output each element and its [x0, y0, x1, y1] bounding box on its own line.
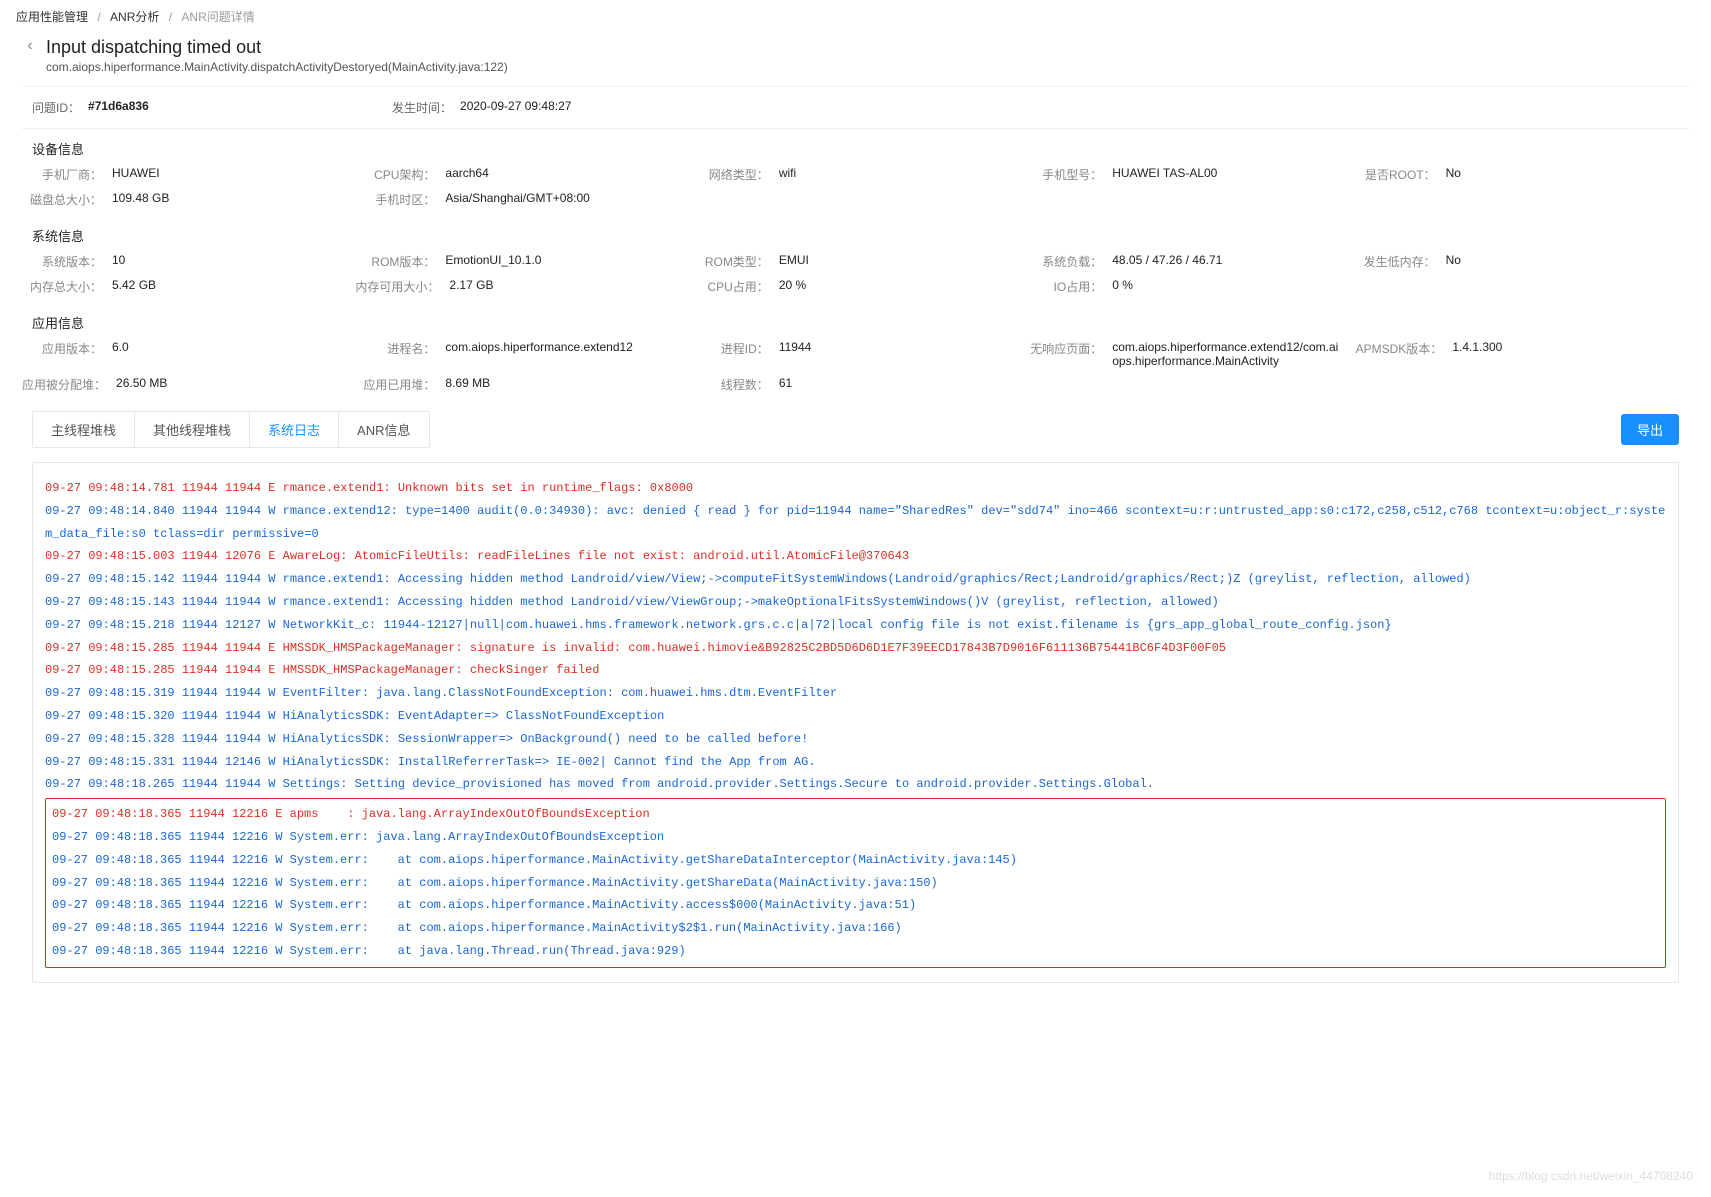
tab-1[interactable]: 其他线程堆栈 — [135, 412, 250, 447]
watermark: https://blog.csdn.net/weixin_44708240 — [1489, 1169, 1693, 1183]
export-button[interactable]: 导出 — [1621, 414, 1679, 445]
info-label: ROM类型： — [689, 253, 769, 270]
info-label: 网络类型： — [689, 166, 769, 183]
info-value: 8.69 MB — [445, 376, 490, 393]
info-label: 发生低内存： — [1356, 253, 1436, 270]
info-label: CPU架构： — [355, 166, 435, 183]
device-section-title: 设备信息 — [12, 129, 1699, 162]
system-grid: 系统版本： 10 ROM版本： EmotionUI_10.1.0 ROM类型： EMUI 系… — [12, 249, 1699, 303]
info-value: 48.05 / 47.26 / 46.71 — [1112, 253, 1222, 270]
log-line: 09-27 09:48:14.781 11944 11944 E rmance.… — [45, 477, 1666, 500]
breadcrumb: 应用性能管理 / ANR分析 / ANR问题详情 — [12, 0, 1699, 33]
log-line: 09-27 09:48:18.365 11944 12216 W System.… — [52, 872, 1659, 895]
info-value: No — [1446, 253, 1461, 270]
tab-2[interactable]: 系统日志 — [250, 412, 339, 447]
log-line: 09-27 09:48:18.365 11944 12216 E apms : … — [52, 803, 1659, 826]
info-value: HUAWEI — [112, 166, 160, 183]
info-value: Asia/Shanghai/GMT+08:00 — [445, 191, 589, 208]
breadcrumb-l1[interactable]: 应用性能管理 — [16, 10, 88, 24]
breadcrumb-l2[interactable]: ANR分析 — [110, 10, 159, 24]
info-value: HUAWEI TAS-AL00 — [1112, 166, 1217, 183]
back-icon[interactable]: ‹ — [22, 37, 38, 55]
log-line: 09-27 09:48:18.365 11944 12216 W System.… — [52, 849, 1659, 872]
tab-3[interactable]: ANR信息 — [339, 412, 428, 447]
log-line: 09-27 09:48:18.365 11944 12216 W System.… — [52, 894, 1659, 917]
info-label: 应用已用堆： — [355, 376, 435, 393]
log-line: 09-27 09:48:15.320 11944 11944 W HiAnaly… — [45, 705, 1666, 728]
info-label: 线程数： — [689, 376, 769, 393]
info-label: CPU占用： — [689, 278, 769, 295]
info-value: 26.50 MB — [116, 376, 167, 393]
tab-0[interactable]: 主线程堆栈 — [33, 412, 135, 447]
occur-time-value: 2020-09-27 09:48:27 — [460, 99, 571, 116]
info-value: EMUI — [779, 253, 809, 270]
info-label: 进程名： — [355, 340, 435, 368]
log-line: 09-27 09:48:15.331 11944 12146 W HiAnaly… — [45, 751, 1666, 774]
log-line: 09-27 09:48:15.218 11944 12127 W Network… — [45, 614, 1666, 637]
info-label: ROM版本： — [355, 253, 435, 270]
log-line: 09-27 09:48:15.328 11944 11944 W HiAnaly… — [45, 728, 1666, 751]
info-value: 20 % — [779, 278, 806, 295]
log-line: 09-27 09:48:15.143 11944 11944 W rmance.… — [45, 591, 1666, 614]
info-label: 磁盘总大小： — [22, 191, 102, 208]
log-line: 09-27 09:48:15.285 11944 11944 E HMSSDK_… — [45, 637, 1666, 660]
log-line: 09-27 09:48:15.319 11944 11944 W EventFi… — [45, 682, 1666, 705]
info-value: 11944 — [779, 340, 811, 368]
info-label: 是否ROOT： — [1356, 166, 1436, 183]
info-label: 系统版本： — [22, 253, 102, 270]
breadcrumb-l3: ANR问题详情 — [181, 10, 254, 24]
info-label: 手机时区： — [355, 191, 435, 208]
info-label: 手机型号： — [1022, 166, 1102, 183]
info-value: 109.48 GB — [112, 191, 169, 208]
info-value: 2.17 GB — [449, 278, 493, 295]
page-title: Input dispatching timed out — [46, 37, 508, 58]
page-subtitle: com.aiops.hiperformance.MainActivity.dis… — [46, 60, 508, 74]
log-line: 09-27 09:48:18.365 11944 12216 W System.… — [52, 940, 1659, 963]
issue-id-value: #71d6a836 — [88, 99, 149, 116]
log-line: 09-27 09:48:18.365 11944 12216 W System.… — [52, 917, 1659, 940]
info-label: IO占用： — [1022, 278, 1102, 295]
log-line: 09-27 09:48:18.365 11944 12216 W System.… — [52, 826, 1659, 849]
tabs: 主线程堆栈其他线程堆栈系统日志ANR信息 — [32, 411, 430, 448]
info-label: 应用版本： — [22, 340, 102, 368]
info-label: 应用被分配堆： — [22, 376, 106, 393]
log-line: 09-27 09:48:15.003 11944 12076 E AwareLo… — [45, 545, 1666, 568]
info-value: com.aiops.hiperformance.extend12 — [445, 340, 632, 368]
info-label: APMSDK版本： — [1356, 340, 1443, 368]
info-value: com.aiops.hiperformance.extend12/com.aio… — [1112, 340, 1339, 368]
occur-time-label: 发生时间： — [392, 99, 452, 116]
info-value: aarch64 — [445, 166, 488, 183]
log-panel: 09-27 09:48:14.781 11944 11944 E rmance.… — [32, 462, 1679, 983]
info-label: 系统负载： — [1022, 253, 1102, 270]
info-label: 内存可用大小： — [355, 278, 439, 295]
info-value: 5.42 GB — [112, 278, 156, 295]
log-line: 09-27 09:48:18.265 11944 11944 W Setting… — [45, 773, 1666, 796]
info-value: 0 % — [1112, 278, 1133, 295]
info-label: 进程ID： — [689, 340, 769, 368]
info-value: 1.4.1.300 — [1452, 340, 1502, 368]
system-section-title: 系统信息 — [12, 216, 1699, 249]
info-value: No — [1446, 166, 1461, 183]
info-label: 内存总大小： — [22, 278, 102, 295]
info-value: wifi — [779, 166, 796, 183]
issue-id-label: 问题ID： — [32, 99, 80, 116]
log-line: 09-27 09:48:14.840 11944 11944 W rmance.… — [45, 500, 1666, 546]
app-grid: 应用版本： 6.0 进程名： com.aiops.hiperformance.exte… — [12, 336, 1699, 401]
info-label: 无响应页面： — [1022, 340, 1102, 368]
info-value: EmotionUI_10.1.0 — [445, 253, 541, 270]
device-grid: 手机厂商： HUAWEI CPU架构： aarch64 网络类型： wifi 手机型号： HU… — [12, 162, 1699, 216]
info-value: 6.0 — [112, 340, 129, 368]
app-section-title: 应用信息 — [12, 303, 1699, 336]
log-line: 09-27 09:48:15.285 11944 11944 E HMSSDK_… — [45, 659, 1666, 682]
info-value: 61 — [779, 376, 792, 393]
info-label: 手机厂商： — [22, 166, 102, 183]
info-value: 10 — [112, 253, 125, 270]
log-line: 09-27 09:48:15.142 11944 11944 W rmance.… — [45, 568, 1666, 591]
